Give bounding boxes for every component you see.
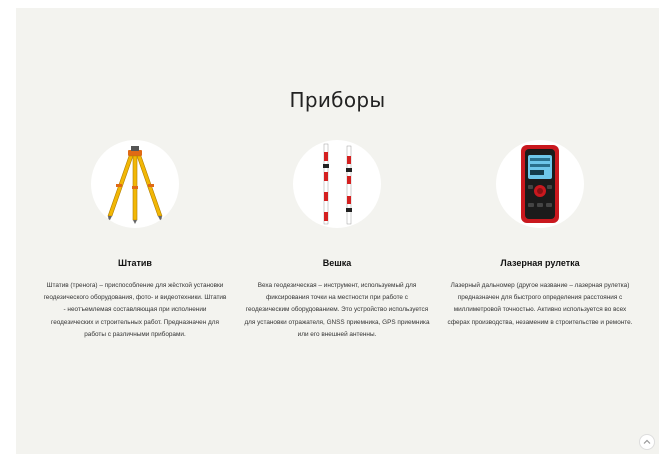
tripod-icon bbox=[107, 146, 163, 224]
survey-pole-image bbox=[293, 140, 381, 228]
chevron-up-icon bbox=[643, 439, 651, 444]
card-tripod: Штатив Штатив (тренога) – приспособление… bbox=[42, 140, 228, 341]
card-laser-rangefinder: Лазерная рулетка Лазерный дальномер (дру… bbox=[447, 140, 633, 329]
scroll-to-top-button[interactable] bbox=[639, 434, 655, 450]
card-survey-pole: Вешка Веха геодезическая – инструмент, и… bbox=[244, 140, 430, 341]
card-title-laser-rangefinder: Лазерная рулетка bbox=[500, 258, 580, 268]
card-title-survey-pole: Вешка bbox=[322, 258, 352, 268]
card-text-survey-pole: Веха геодезическая – инструмент, использ… bbox=[244, 282, 430, 338]
card-title-tripod: Штатив bbox=[118, 258, 152, 268]
laser-rangefinder-image bbox=[496, 140, 584, 228]
tripod-image bbox=[91, 140, 179, 228]
section-title: Приборы bbox=[289, 88, 386, 112]
instruments-section: Приборы Штатив Штатив (тренога) – приспо… bbox=[16, 8, 659, 454]
survey-pole-icon bbox=[323, 143, 352, 225]
card-text-tripod: Штатив (тренога) – приспособление для жё… bbox=[43, 282, 227, 338]
card-text-laser-rangefinder: Лазерный дальномер (другое название – ла… bbox=[447, 282, 633, 326]
laser-rangefinder-icon bbox=[521, 145, 559, 223]
